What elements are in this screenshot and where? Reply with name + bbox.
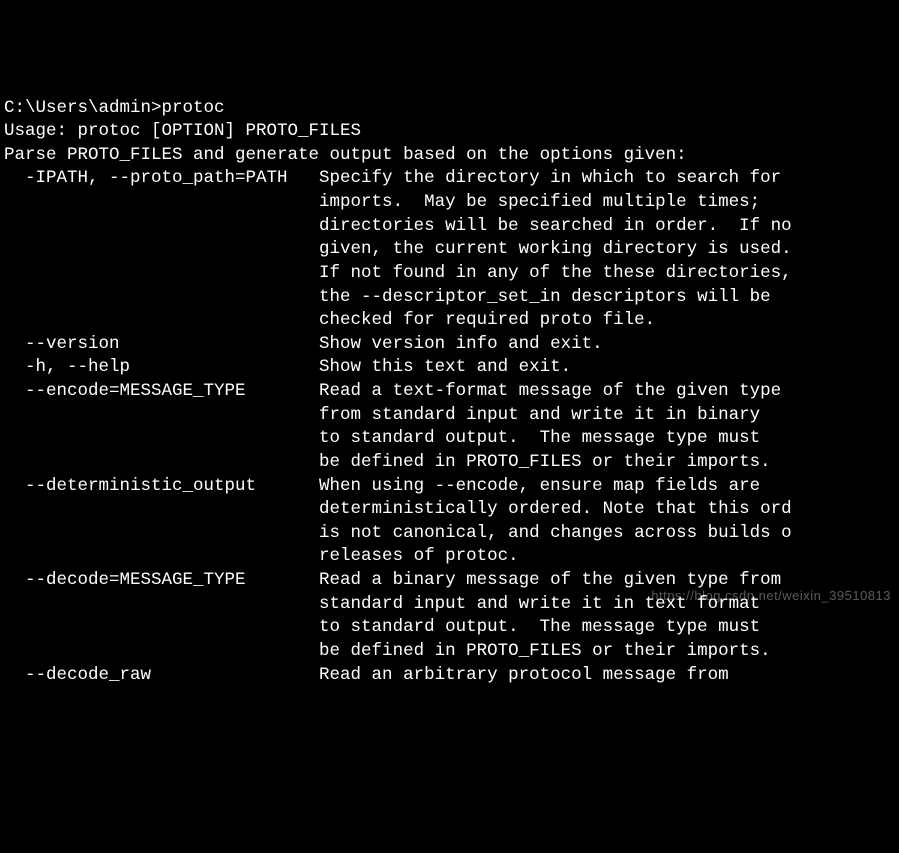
terminal-line: directories will be searched in order. I… xyxy=(4,215,895,239)
terminal-line: If not found in any of the these directo… xyxy=(4,262,895,286)
terminal-line: be defined in PROTO_FILES or their impor… xyxy=(4,640,895,664)
terminal-line: Usage: protoc [OPTION] PROTO_FILES xyxy=(4,120,895,144)
terminal-line: -IPATH, --proto_path=PATH Specify the di… xyxy=(4,167,895,191)
watermark-text: https://blog.csdn.net/weixin_39510813 xyxy=(651,587,891,605)
terminal-line: --version Show version info and exit. xyxy=(4,333,895,357)
terminal-line: -h, --help Show this text and exit. xyxy=(4,356,895,380)
terminal-line: the --descriptor_set_in descriptors will… xyxy=(4,286,895,310)
terminal-line: given, the current working directory is … xyxy=(4,238,895,262)
terminal-line: Parse PROTO_FILES and generate output ba… xyxy=(4,144,895,168)
terminal-line: checked for required proto file. xyxy=(4,309,895,333)
terminal-line: C:\Users\admin>protoc xyxy=(4,97,895,121)
terminal-line: be defined in PROTO_FILES or their impor… xyxy=(4,451,895,475)
terminal-line: from standard input and write it in bina… xyxy=(4,404,895,428)
terminal-line: --encode=MESSAGE_TYPE Read a text-format… xyxy=(4,380,895,404)
terminal-line: imports. May be specified multiple times… xyxy=(4,191,895,215)
terminal-line: to standard output. The message type mus… xyxy=(4,427,895,451)
terminal-line: releases of protoc. xyxy=(4,545,895,569)
terminal-line: is not canonical, and changes across bui… xyxy=(4,522,895,546)
terminal-line: --deterministic_output When using --enco… xyxy=(4,475,895,499)
terminal-line: deterministically ordered. Note that thi… xyxy=(4,498,895,522)
terminal-line: to standard output. The message type mus… xyxy=(4,616,895,640)
terminal-line: --decode_raw Read an arbitrary protocol … xyxy=(4,664,895,688)
